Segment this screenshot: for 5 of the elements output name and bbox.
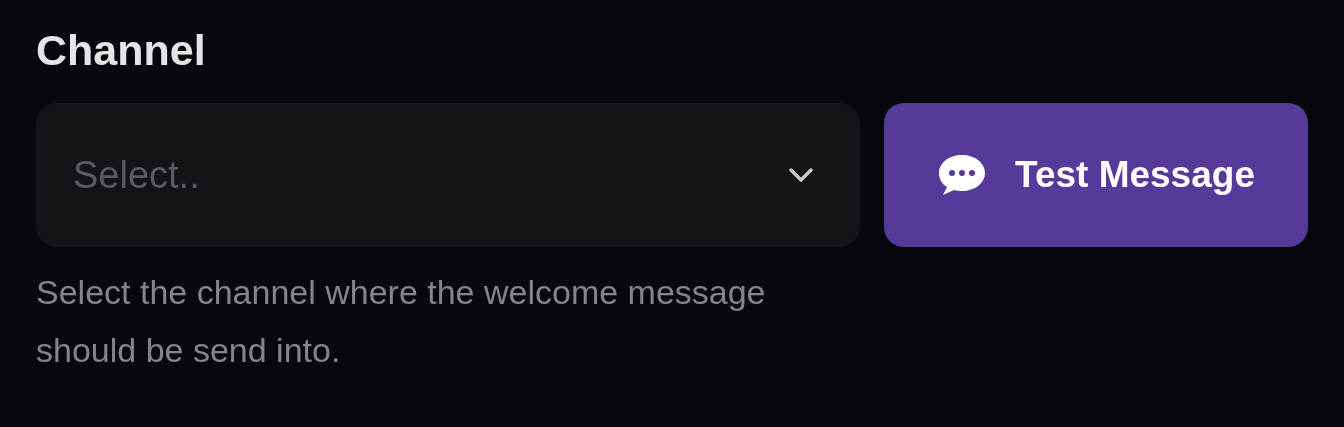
chat-bubble-icon [937,153,988,197]
chevron-down-icon [788,167,814,183]
field-label: Channel [36,25,206,76]
test-message-button[interactable]: Test Message [884,103,1308,247]
help-text: Select the channel where the welcome message should be send into. [36,272,767,371]
